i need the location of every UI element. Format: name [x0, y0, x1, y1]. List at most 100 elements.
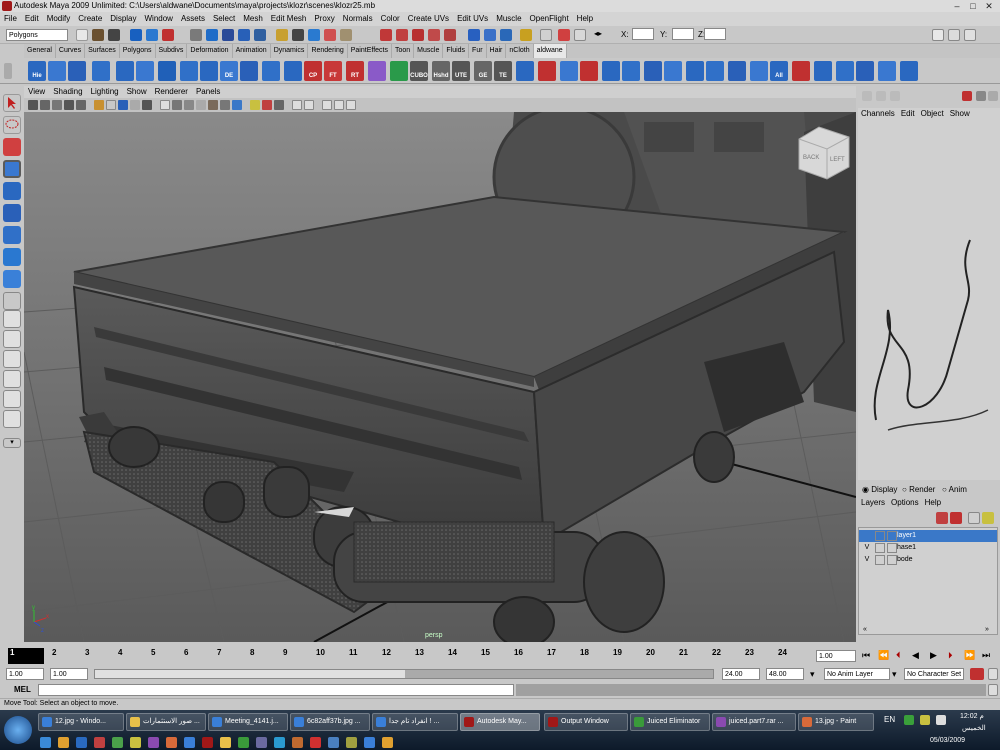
minimize-icon[interactable]: – — [950, 1, 964, 11]
tab-fluids[interactable]: Fluids — [443, 44, 470, 58]
shelf-hshd-button[interactable]: Hshd — [432, 61, 450, 81]
show-manipulator-icon[interactable] — [3, 270, 21, 288]
tab-polygons[interactable]: Polygons — [120, 44, 156, 58]
tab-general[interactable]: General — [24, 44, 56, 58]
cb-pin-icon[interactable] — [962, 91, 972, 101]
rotate-icon[interactable] — [500, 29, 512, 41]
persp-outliner-layout-icon[interactable] — [3, 350, 21, 368]
shelf-te-button[interactable]: TE — [494, 61, 512, 81]
tab-aldwane[interactable]: aldwane — [533, 44, 567, 58]
step-forward-key-icon[interactable]: ⏵ — [948, 650, 953, 661]
shelf-tool-9-button[interactable] — [240, 61, 258, 81]
menu-edit[interactable]: Edit — [21, 12, 43, 26]
save-scene-icon[interactable] — [108, 29, 120, 41]
bookmark-icon[interactable] — [52, 100, 62, 110]
select-component-icon[interactable] — [162, 29, 174, 41]
shelf-tool-18-button[interactable] — [602, 61, 620, 81]
mel-label[interactable]: MEL — [14, 685, 31, 694]
clock-time[interactable]: 12:02 م — [960, 712, 984, 720]
new-layer-icon[interactable] — [968, 512, 980, 524]
anim-prefs-icon[interactable] — [988, 668, 998, 680]
rotate-tool-icon[interactable] — [3, 182, 21, 200]
shelf-tool-21-button[interactable] — [664, 61, 682, 81]
channel-box-icon[interactable] — [964, 29, 976, 41]
tab-curves[interactable]: Curves — [56, 44, 86, 58]
safe-action-icon[interactable] — [142, 100, 152, 110]
lasso-icon[interactable] — [380, 29, 392, 41]
step-back-key-icon[interactable]: ⏴ — [896, 650, 901, 661]
step-back-icon[interactable]: ⏪ — [878, 650, 889, 661]
vp-menu-panels[interactable]: Panels — [192, 86, 224, 98]
layer-visibility[interactable] — [862, 531, 872, 541]
quicklaunch-app-icon[interactable] — [238, 737, 249, 748]
shelf-menu-icon[interactable] — [4, 63, 12, 79]
tab-fur[interactable]: Fur — [469, 44, 487, 58]
quicklaunch-app-icon[interactable] — [220, 737, 231, 748]
shelf-tool-24-button[interactable] — [728, 61, 746, 81]
sculpt-icon[interactable] — [558, 29, 570, 41]
go-to-start-icon[interactable]: ⏮ — [862, 650, 870, 661]
shelf-tool-7-button[interactable] — [180, 61, 198, 81]
snap-point-icon[interactable] — [238, 29, 250, 41]
select-tool-icon[interactable] — [3, 94, 21, 112]
new-scene-icon[interactable] — [76, 29, 88, 41]
task-button[interactable]: انفراد تام جدا ! ... — [372, 713, 458, 731]
shelf-tool-1-button[interactable] — [48, 61, 66, 81]
cb-menu-show[interactable]: Show — [947, 108, 973, 120]
view-cube[interactable]: BACK LEFT — [798, 126, 850, 180]
persp-graph-layout-icon[interactable] — [3, 370, 21, 388]
film-gate-icon[interactable] — [94, 100, 104, 110]
soft-select-icon[interactable] — [412, 29, 424, 41]
move-layer-up-icon[interactable] — [936, 512, 948, 524]
cb-settings-icon[interactable] — [976, 91, 986, 101]
radio-display[interactable]: ◉ Display — [862, 485, 897, 494]
menu-set-dropdown[interactable]: Polygons — [6, 29, 68, 41]
character-set-dropdown[interactable]: No Character Set — [904, 668, 964, 680]
menu-create[interactable]: Create — [74, 12, 106, 26]
tab-subdivs[interactable]: Subdivs — [156, 44, 188, 58]
layout-menu-icon[interactable]: ▾ — [3, 438, 21, 448]
range-slider-handle[interactable] — [95, 670, 405, 678]
task-button[interactable]: Output Window — [544, 713, 628, 731]
shelf-tool-22-button[interactable] — [686, 61, 704, 81]
vp-menu-view[interactable]: View — [24, 86, 49, 98]
layer-row[interactable]: V hase1 — [859, 542, 997, 554]
gate-mask-icon[interactable] — [118, 100, 128, 110]
quicklaunch-app-icon[interactable] — [364, 737, 375, 748]
quicklaunch-app-icon[interactable] — [148, 737, 159, 748]
quicklaunch-app-icon[interactable] — [328, 737, 339, 748]
animation-start-field[interactable]: 1.00 — [6, 668, 44, 680]
task-button-active[interactable]: Autodesk May... — [460, 713, 540, 731]
menu-edit-mesh[interactable]: Edit Mesh — [267, 12, 311, 26]
menu-display[interactable]: Display — [106, 12, 140, 26]
perspective-viewport[interactable]: BACK LEFT x y z persp — [24, 112, 856, 642]
shelf-tool-13-button[interactable] — [390, 61, 408, 81]
menu-file[interactable]: File — [0, 12, 21, 26]
cb-menu-object[interactable]: Object — [918, 108, 947, 120]
shelf-tool-30-button[interactable] — [878, 61, 896, 81]
quicklaunch-app-icon[interactable] — [184, 737, 195, 748]
tab-hair[interactable]: Hair — [487, 44, 507, 58]
shelf-ge-button[interactable]: GE — [474, 61, 492, 81]
four-view-layout-icon[interactable] — [3, 330, 21, 348]
task-button[interactable]: 12.jpg - Windo... — [38, 713, 124, 731]
soft-mod-tool-icon[interactable] — [3, 248, 21, 266]
input-icon[interactable] — [574, 29, 586, 41]
quicklaunch-maya-icon[interactable] — [94, 737, 105, 748]
layer-color-swatch[interactable] — [887, 543, 897, 553]
select-hierarchy-icon[interactable] — [130, 29, 142, 41]
snap-grid-icon[interactable] — [206, 29, 218, 41]
construction-history-icon[interactable] — [276, 29, 288, 41]
shelf-tool-23-button[interactable] — [706, 61, 724, 81]
smooth-shade-icon[interactable] — [172, 100, 182, 110]
quicklaunch-app-icon[interactable] — [292, 737, 303, 748]
quicklaunch-app-icon[interactable] — [202, 737, 213, 748]
quicklaunch-app-icon[interactable] — [346, 737, 357, 748]
cb-menu-edit[interactable]: Edit — [898, 108, 918, 120]
xray-joints-icon[interactable] — [274, 100, 284, 110]
shelf-tool-16-button[interactable] — [560, 61, 578, 81]
shelf-tool-10-button[interactable] — [262, 61, 280, 81]
tab-surfaces[interactable]: Surfaces — [85, 44, 120, 58]
quicklaunch-app-icon[interactable] — [112, 737, 123, 748]
camera-icon[interactable] — [346, 100, 356, 110]
